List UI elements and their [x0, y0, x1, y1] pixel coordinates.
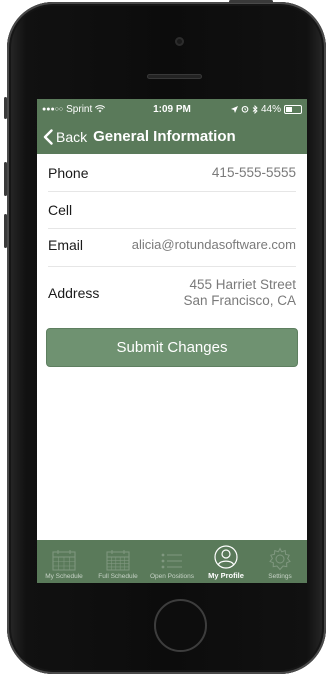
tab-my-schedule[interactable]: My Schedule: [37, 540, 91, 583]
phone-label: Phone: [48, 164, 89, 181]
email-field[interactable]: alicia@rotundasoftware.com: [124, 237, 296, 253]
back-button[interactable]: Back: [43, 129, 87, 145]
bluetooth-icon: [252, 104, 258, 114]
profile-form: Phone 415-555-5555 Cell Email alicia@rot…: [37, 154, 307, 319]
submit-changes-button[interactable]: Submit Changes: [46, 328, 298, 367]
mute-switch: [4, 97, 7, 119]
home-button[interactable]: [154, 599, 207, 652]
back-label: Back: [56, 128, 88, 145]
address-label: Address: [48, 285, 100, 301]
power-button: [229, 0, 273, 3]
volume-up-button: [4, 162, 7, 196]
battery-level-fill: [286, 106, 292, 112]
list-icon: [161, 553, 182, 569]
email-row[interactable]: Email alicia@rotundasoftware.com: [48, 229, 296, 267]
tab-label: Open Positions: [149, 573, 195, 580]
gear-icon: [269, 547, 291, 571]
app-screen: ●●●○○ Sprint 1:09 PM 44% Back General In…: [37, 99, 307, 583]
location-arrow-icon: [230, 105, 238, 113]
tab-open-positions[interactable]: Open Positions: [145, 540, 199, 583]
volume-down-button: [4, 214, 7, 248]
phone-row[interactable]: Phone 415-555-5555: [48, 154, 296, 192]
earpiece-speaker: [147, 74, 202, 79]
page-title: General Information: [93, 128, 236, 145]
tab-settings[interactable]: Settings: [253, 540, 307, 583]
email-label: Email: [48, 237, 84, 253]
tab-my-profile[interactable]: My Profile: [199, 540, 253, 583]
address-row[interactable]: Address 455 Harriet Street San Francisco…: [48, 267, 296, 319]
tab-label: My Schedule: [45, 573, 83, 580]
front-camera: [175, 37, 184, 46]
cell-label: Cell: [48, 202, 73, 218]
tab-label: My Profile: [208, 571, 244, 580]
chevron-left-icon: [43, 128, 53, 145]
profile-icon: [214, 545, 238, 569]
navigation-bar: Back General Information: [37, 119, 307, 154]
tab-full-schedule[interactable]: Full Schedule: [91, 540, 145, 583]
phone-field[interactable]: 415-555-5555: [212, 165, 296, 180]
battery-icon: [284, 104, 302, 114]
calendar-grid-icon: [106, 550, 130, 571]
address-field[interactable]: 455 Harriet Street San Francisco, CA: [171, 277, 296, 309]
tab-bar: My Schedule Full Schedule Open Positions: [37, 540, 307, 583]
calendar-icon: [52, 550, 76, 571]
status-bar: ●●●○○ Sprint 1:09 PM 44%: [37, 99, 307, 119]
tab-label: Settings: [268, 573, 292, 580]
tab-label: Full Schedule: [98, 573, 138, 580]
cell-row[interactable]: Cell: [48, 192, 296, 229]
battery-percent: 44%: [260, 103, 281, 115]
alarm-icon: [241, 105, 249, 113]
